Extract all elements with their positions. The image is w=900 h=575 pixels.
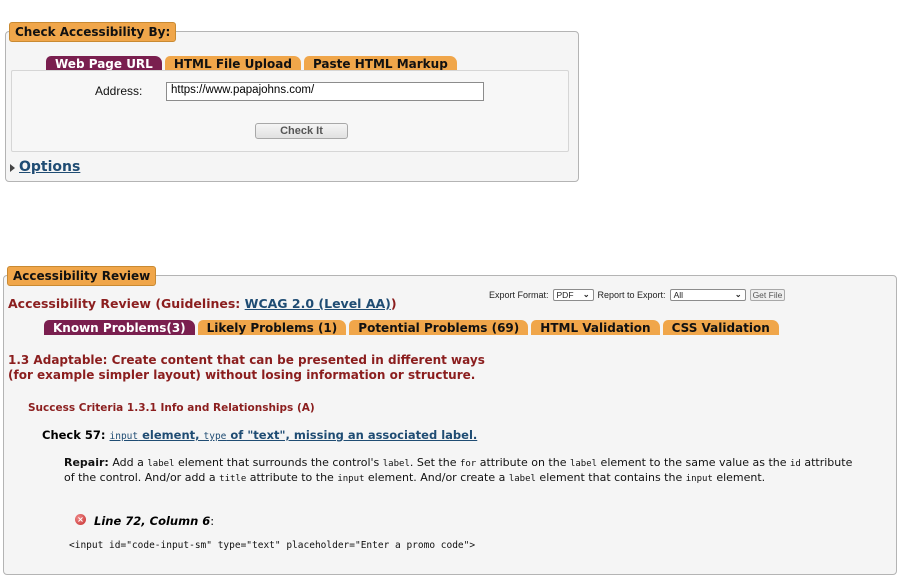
- repair-text: . Set the: [409, 456, 460, 469]
- code-for: for: [459, 459, 477, 469]
- review-title-prefix: Accessibility Review (Guidelines:: [8, 296, 245, 311]
- repair-instructions: Repair: Add a label element that surroun…: [64, 456, 854, 486]
- repair-text: element that surrounds the control's: [174, 456, 383, 469]
- code-input: input: [109, 431, 139, 442]
- check-heading: Check 57: input element, type of "text",…: [42, 428, 477, 442]
- report-to-export-value: All: [673, 290, 684, 300]
- repair-text: element.: [712, 471, 766, 484]
- code-id: id: [790, 459, 801, 469]
- export-format-select[interactable]: PDF ⌄: [552, 289, 594, 301]
- repair-text: Add a: [108, 456, 148, 469]
- tab-html-file-upload[interactable]: HTML File Upload: [164, 56, 301, 71]
- repair-label: Repair:: [64, 456, 109, 469]
- review-title-suffix: ): [390, 296, 397, 311]
- review-title: Accessibility Review (Guidelines: WCAG 2…: [8, 296, 397, 311]
- export-bar: Export Format: PDF ⌄ Report to Export: A…: [489, 289, 786, 301]
- check-method-tabs: Web Page URL HTML File Upload Paste HTML…: [46, 56, 460, 71]
- report-to-export-label: Report to Export:: [597, 290, 666, 300]
- check-description-link[interactable]: input element, type of "text", missing a…: [110, 428, 478, 442]
- repair-text: element that contains the: [535, 471, 686, 484]
- wcag-guideline-link[interactable]: WCAG 2.0 (Level AA): [245, 296, 391, 311]
- report-to-export-select[interactable]: All ⌄: [669, 289, 746, 301]
- problem-tabs: Known Problems(3) Likely Problems (1) Po…: [44, 320, 782, 335]
- error-location-text: Line 72, Column 6: [94, 514, 211, 528]
- success-criteria-heading: Success Criteria 1.3.1 Info and Relation…: [28, 402, 315, 414]
- tab-css-validation[interactable]: CSS Validation: [662, 320, 779, 335]
- options-link[interactable]: Options: [19, 159, 80, 175]
- error-code-snippet: <input id="code-input-sm" type="text" pl…: [69, 540, 476, 551]
- tab-likely-problems[interactable]: Likely Problems (1): [197, 320, 347, 335]
- export-format-value: PDF: [556, 290, 574, 300]
- repair-text: element to the same value as the: [597, 456, 791, 469]
- code-label: label: [382, 459, 410, 469]
- check-text: element,: [138, 428, 204, 442]
- error-x-icon: ×: [75, 514, 86, 525]
- repair-text: attribute on the: [476, 456, 570, 469]
- code-title: title: [219, 474, 247, 484]
- guideline-heading: 1.3 Adaptable: Create content that can b…: [8, 353, 485, 382]
- code-type: type: [203, 431, 227, 442]
- chevron-down-icon: ⌄: [582, 290, 590, 299]
- code-input: input: [337, 474, 365, 484]
- check-it-button[interactable]: Check It: [255, 123, 348, 139]
- repair-text: attribute to the: [246, 471, 338, 484]
- code-input: input: [685, 474, 713, 484]
- tab-potential-problems[interactable]: Potential Problems (69): [349, 320, 529, 335]
- check-accessibility-legend: Check Accessibility By:: [9, 22, 177, 42]
- tab-known-problems[interactable]: Known Problems(3): [44, 320, 195, 335]
- repair-text: element. And/or create a: [364, 471, 509, 484]
- code-label: label: [508, 474, 536, 484]
- tab-html-validation[interactable]: HTML Validation: [531, 320, 660, 335]
- tab-web-page-url[interactable]: Web Page URL: [46, 56, 162, 71]
- export-format-label: Export Format:: [489, 290, 549, 300]
- error-location: Line 72, Column 6:: [94, 514, 214, 528]
- check-number: Check 57:: [42, 428, 106, 442]
- address-input[interactable]: https://www.papajohns.com/: [166, 82, 484, 101]
- colon: :: [210, 514, 215, 528]
- code-label: label: [147, 459, 175, 469]
- address-label: Address:: [95, 84, 143, 98]
- check-text: of "text", missing an associated label.: [226, 428, 478, 442]
- tab-paste-html-markup[interactable]: Paste HTML Markup: [303, 56, 457, 71]
- accessibility-review-legend: Accessibility Review: [7, 266, 157, 286]
- code-label: label: [569, 459, 598, 469]
- get-file-button[interactable]: Get File: [749, 289, 786, 301]
- chevron-down-icon: ⌄: [734, 290, 742, 299]
- expand-triangle-icon[interactable]: [10, 164, 15, 172]
